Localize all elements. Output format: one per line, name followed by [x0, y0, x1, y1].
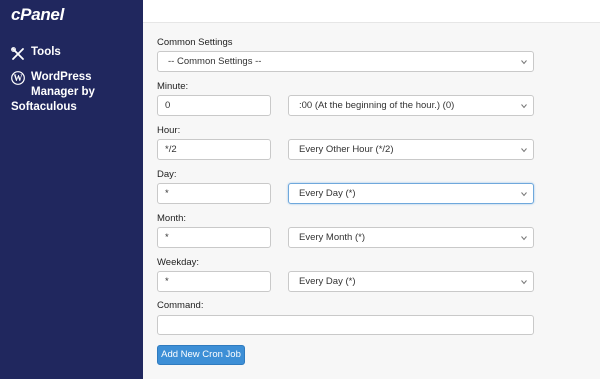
sidebar-item-tools[interactable]: Tools [11, 46, 61, 61]
svg-text:W: W [14, 73, 23, 83]
sidebar-item-label: Manager by [31, 86, 95, 98]
month-label: Month: [157, 213, 187, 224]
day-select[interactable]: Every Day (*) [288, 183, 534, 204]
day-select-value: Every Day (*) [299, 188, 356, 199]
add-new-cron-job-button[interactable]: Add New Cron Job [157, 345, 245, 365]
hour-select-value: Every Other Hour (*/2) [299, 144, 394, 155]
month-input[interactable]: * [157, 227, 271, 248]
sidebar-item-label: WordPress [31, 71, 92, 83]
sidebar-item-label: Tools [31, 46, 61, 58]
weekday-select[interactable]: Every Day (*) [288, 271, 534, 292]
chevron-down-icon [521, 280, 527, 285]
month-select-value: Every Month (*) [299, 232, 365, 243]
minute-select[interactable]: :00 (At the beginning of the hour.) (0) [288, 95, 534, 116]
wordpress-icon: W [11, 71, 25, 85]
top-bar [143, 0, 600, 23]
hour-label: Hour: [157, 125, 181, 136]
hour-select[interactable]: Every Other Hour (*/2) [288, 139, 534, 160]
tools-icon [11, 47, 24, 60]
cpanel-logo[interactable]: cPanel [11, 5, 64, 25]
minute-select-value: :00 (At the beginning of the hour.) (0) [299, 100, 455, 111]
weekday-input[interactable]: * [157, 271, 271, 292]
sidebar: cPanel Tools W WordPress Manager by Soft… [0, 0, 143, 379]
sidebar-item-label: Softaculous [11, 101, 77, 113]
common-settings-value: -- Common Settings -- [168, 56, 262, 67]
month-select[interactable]: Every Month (*) [288, 227, 534, 248]
day-input[interactable]: * [157, 183, 271, 204]
common-settings-select[interactable]: -- Common Settings -- [157, 51, 534, 72]
weekday-label: Weekday: [157, 257, 200, 268]
weekday-select-value: Every Day (*) [299, 276, 356, 287]
chevron-down-icon [521, 104, 527, 109]
minute-input[interactable]: 0 [157, 95, 271, 116]
minute-label: Minute: [157, 81, 189, 92]
chevron-down-icon [521, 148, 527, 153]
day-label: Day: [157, 169, 177, 180]
chevron-down-icon [521, 192, 527, 197]
chevron-down-icon [521, 236, 527, 241]
hour-input[interactable]: */2 [157, 139, 271, 160]
command-input[interactable] [157, 315, 534, 335]
common-settings-label: Common Settings [157, 37, 233, 48]
chevron-down-icon [521, 60, 527, 65]
command-label: Command: [157, 300, 204, 311]
